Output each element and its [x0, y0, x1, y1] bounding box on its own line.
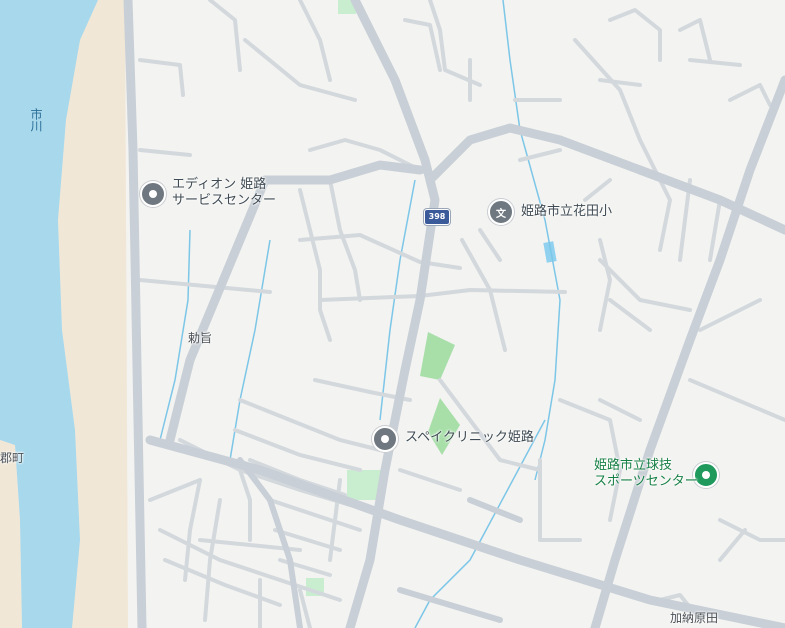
poi-label-sports-center[interactable]: 姫路市立球技 スポーツセンター	[594, 458, 698, 490]
park-pin-icon	[702, 471, 710, 479]
poi-label-edion[interactable]: エディオン 姫路 サービスセンター	[172, 177, 276, 209]
park-area	[428, 398, 460, 455]
poi-label-line2: サービスセンター	[172, 193, 277, 208]
minor-roads	[138, 0, 785, 622]
river-label: 市川	[29, 108, 43, 132]
poi-pin-clinic[interactable]	[372, 426, 398, 452]
poi-label-school[interactable]: 姫路市立花田小	[521, 204, 612, 220]
route-398-shield: 398	[424, 209, 450, 225]
poi-label-line1: エディオン 姫路	[172, 177, 267, 192]
park-area	[420, 332, 455, 380]
area-label-chokushi: 勅旨	[188, 331, 213, 345]
poi-label-line1: 姫路市立球技	[594, 458, 673, 473]
location-pin-icon	[149, 190, 157, 198]
location-pin-icon	[381, 435, 389, 443]
area-label-edge-town: 郡町	[0, 451, 25, 465]
poi-pin-edion[interactable]	[140, 181, 166, 207]
streams	[159, 0, 561, 628]
map-canvas[interactable]: 398 市川 勅旨 加納原田 郡町 エディオン 姫路 サービスセンター 文 姫路…	[0, 0, 785, 628]
map-base	[0, 0, 785, 628]
poi-label-line2: スポーツセンター	[594, 474, 698, 489]
major-roads	[123, 0, 785, 628]
area-label-kanoharada: 加納原田	[670, 611, 719, 625]
school-icon[interactable]: 文	[488, 199, 514, 225]
poi-label-clinic[interactable]: スペイクリニック姫路	[405, 430, 534, 446]
